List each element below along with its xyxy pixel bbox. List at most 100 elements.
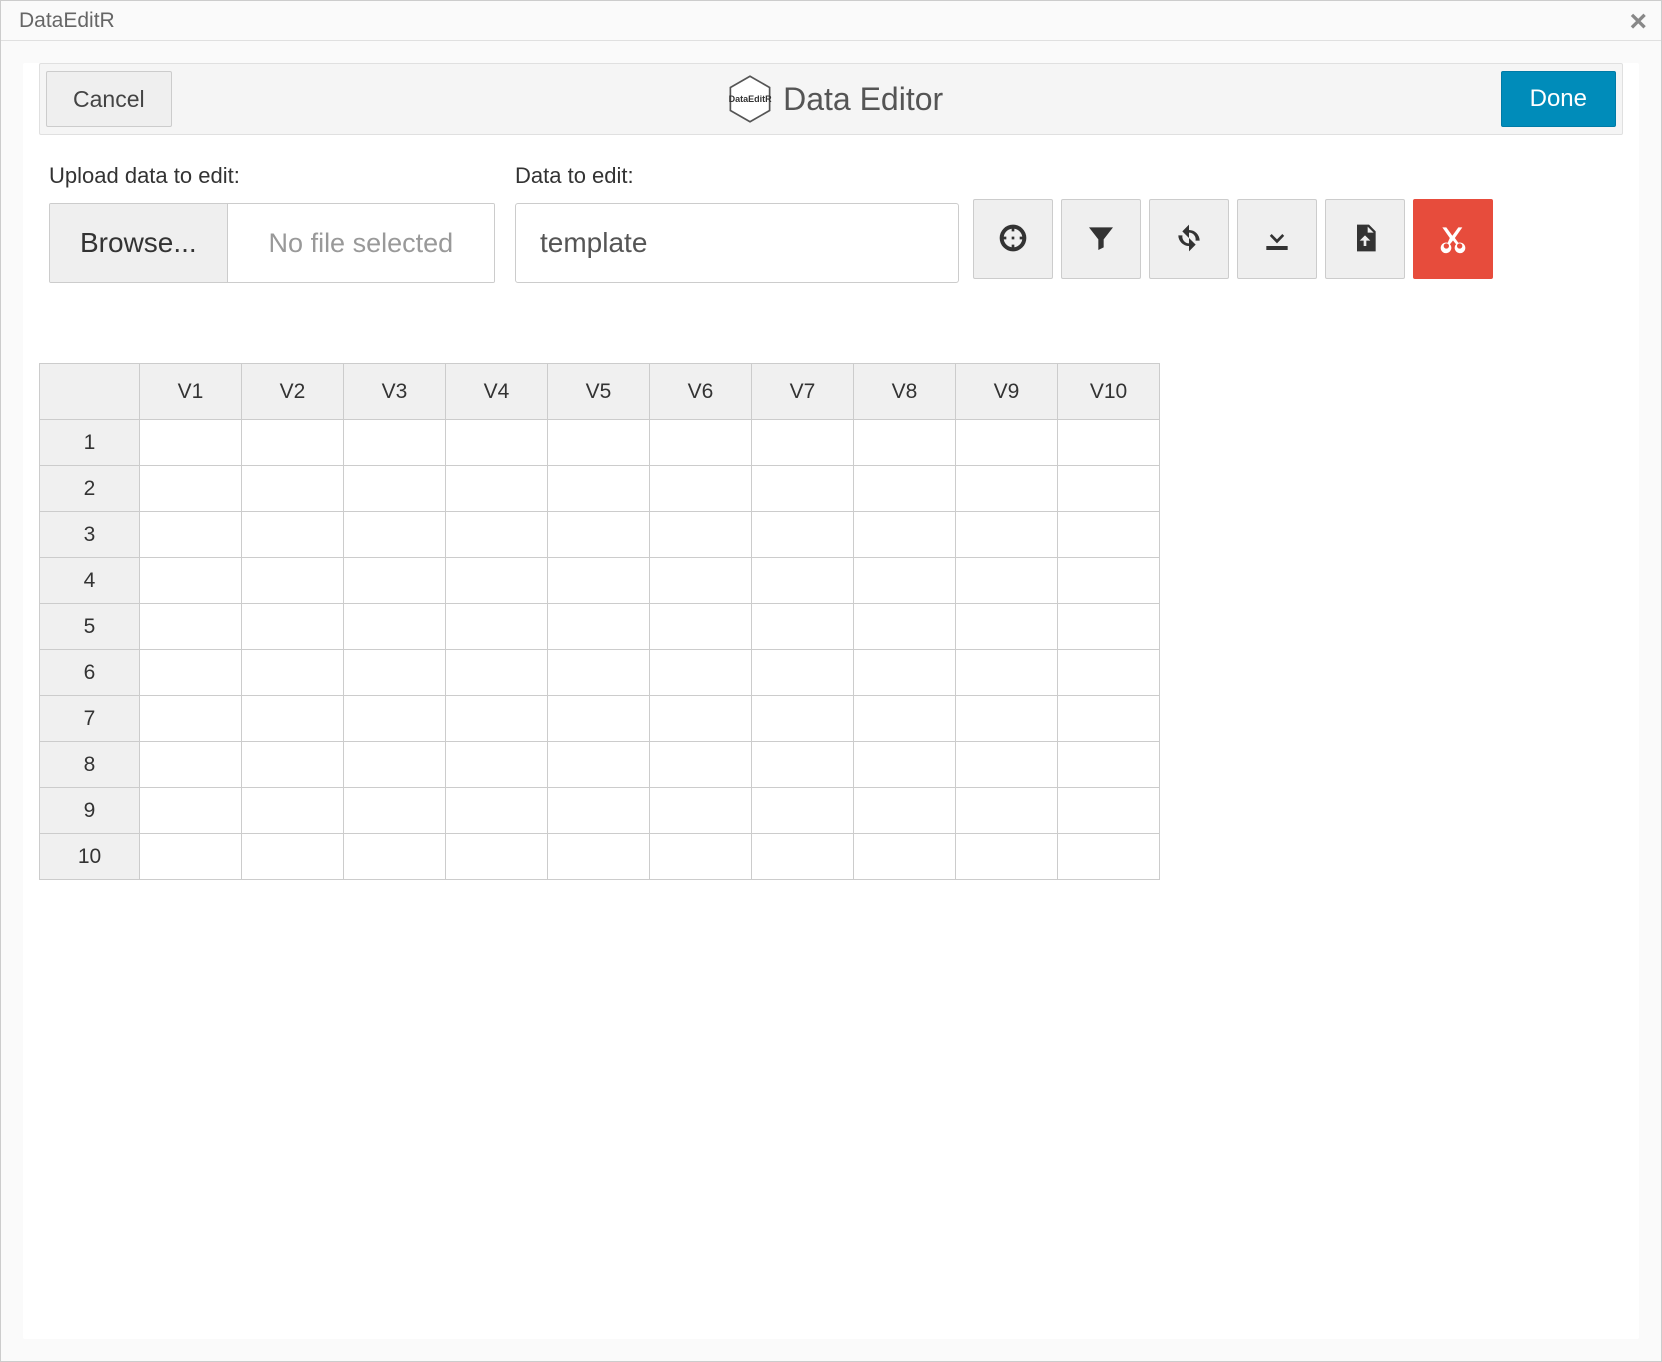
column-header[interactable]: V5	[548, 364, 650, 420]
grid-cell[interactable]	[446, 742, 548, 788]
row-header[interactable]: 9	[40, 788, 140, 834]
grid-cell[interactable]	[854, 834, 956, 880]
grid-cell[interactable]	[1058, 650, 1160, 696]
row-header[interactable]: 1	[40, 420, 140, 466]
grid-cell[interactable]	[344, 650, 446, 696]
grid-cell[interactable]	[1058, 788, 1160, 834]
data-select-input[interactable]	[515, 203, 959, 283]
grid-cell[interactable]	[650, 834, 752, 880]
grid-cell[interactable]	[344, 558, 446, 604]
grid-cell[interactable]	[140, 420, 242, 466]
column-header[interactable]: V8	[854, 364, 956, 420]
grid-cell[interactable]	[956, 466, 1058, 512]
corner-cell[interactable]	[40, 364, 140, 420]
grid-cell[interactable]	[854, 696, 956, 742]
grid-cell[interactable]	[548, 466, 650, 512]
sync-button[interactable]	[1149, 199, 1229, 279]
grid-cell[interactable]	[548, 420, 650, 466]
grid-cell[interactable]	[1058, 742, 1160, 788]
grid-cell[interactable]	[140, 696, 242, 742]
grid-cell[interactable]	[650, 788, 752, 834]
grid-cell[interactable]	[854, 742, 956, 788]
grid-cell[interactable]	[854, 558, 956, 604]
grid-cell[interactable]	[242, 650, 344, 696]
grid-cell[interactable]	[650, 604, 752, 650]
row-header[interactable]: 6	[40, 650, 140, 696]
grid-cell[interactable]	[344, 696, 446, 742]
cancel-button[interactable]: Cancel	[46, 71, 172, 127]
grid-cell[interactable]	[752, 558, 854, 604]
column-header[interactable]: V10	[1058, 364, 1160, 420]
grid-cell[interactable]	[650, 512, 752, 558]
grid-cell[interactable]	[140, 834, 242, 880]
data-grid[interactable]: V1 V2 V3 V4 V5 V6 V7 V8 V9 V10	[39, 363, 1160, 880]
grid-cell[interactable]	[956, 650, 1058, 696]
column-header[interactable]: V2	[242, 364, 344, 420]
grid-cell[interactable]	[1058, 696, 1160, 742]
grid-cell[interactable]	[446, 512, 548, 558]
grid-cell[interactable]	[242, 558, 344, 604]
cut-button[interactable]	[1413, 199, 1493, 279]
grid-cell[interactable]	[1058, 466, 1160, 512]
grid-cell[interactable]	[344, 834, 446, 880]
grid-cell[interactable]	[650, 742, 752, 788]
grid-cell[interactable]	[548, 650, 650, 696]
grid-cell[interactable]	[344, 420, 446, 466]
grid-cell[interactable]	[446, 696, 548, 742]
grid-cell[interactable]	[548, 788, 650, 834]
row-header[interactable]: 2	[40, 466, 140, 512]
grid-cell[interactable]	[854, 466, 956, 512]
grid-cell[interactable]	[752, 420, 854, 466]
save-file-button[interactable]	[1325, 199, 1405, 279]
grid-cell[interactable]	[1058, 512, 1160, 558]
grid-cell[interactable]	[242, 466, 344, 512]
grid-cell[interactable]	[956, 742, 1058, 788]
grid-cell[interactable]	[446, 650, 548, 696]
row-header[interactable]: 10	[40, 834, 140, 880]
grid-cell[interactable]	[548, 512, 650, 558]
row-header[interactable]: 8	[40, 742, 140, 788]
grid-cell[interactable]	[752, 788, 854, 834]
grid-cell[interactable]	[242, 420, 344, 466]
browse-button[interactable]: Browse...	[50, 204, 228, 282]
grid-cell[interactable]	[1058, 558, 1160, 604]
grid-cell[interactable]	[956, 604, 1058, 650]
close-icon[interactable]: ×	[1629, 7, 1647, 37]
grid-cell[interactable]	[854, 512, 956, 558]
grid-cell[interactable]	[446, 604, 548, 650]
grid-cell[interactable]	[650, 466, 752, 512]
grid-cell[interactable]	[548, 834, 650, 880]
grid-cell[interactable]	[242, 604, 344, 650]
grid-cell[interactable]	[956, 512, 1058, 558]
row-header[interactable]: 7	[40, 696, 140, 742]
grid-cell[interactable]	[140, 604, 242, 650]
grid-cell[interactable]	[956, 558, 1058, 604]
grid-cell[interactable]	[140, 742, 242, 788]
row-header[interactable]: 3	[40, 512, 140, 558]
column-header[interactable]: V4	[446, 364, 548, 420]
grid-cell[interactable]	[344, 604, 446, 650]
grid-cell[interactable]	[854, 604, 956, 650]
grid-cell[interactable]	[650, 696, 752, 742]
grid-cell[interactable]	[752, 742, 854, 788]
grid-cell[interactable]	[242, 788, 344, 834]
grid-cell[interactable]	[140, 512, 242, 558]
grid-cell[interactable]	[1058, 420, 1160, 466]
row-header[interactable]: 4	[40, 558, 140, 604]
grid-cell[interactable]	[548, 696, 650, 742]
download-button[interactable]	[1237, 199, 1317, 279]
grid-cell[interactable]	[854, 420, 956, 466]
grid-cell[interactable]	[1058, 834, 1160, 880]
grid-cell[interactable]	[752, 512, 854, 558]
grid-cell[interactable]	[650, 558, 752, 604]
done-button[interactable]: Done	[1501, 71, 1616, 127]
grid-cell[interactable]	[446, 420, 548, 466]
column-header[interactable]: V9	[956, 364, 1058, 420]
grid-cell[interactable]	[242, 696, 344, 742]
select-columns-button[interactable]	[973, 199, 1053, 279]
grid-cell[interactable]	[752, 650, 854, 696]
grid-cell[interactable]	[446, 558, 548, 604]
grid-cell[interactable]	[650, 420, 752, 466]
grid-cell[interactable]	[548, 742, 650, 788]
grid-cell[interactable]	[140, 466, 242, 512]
